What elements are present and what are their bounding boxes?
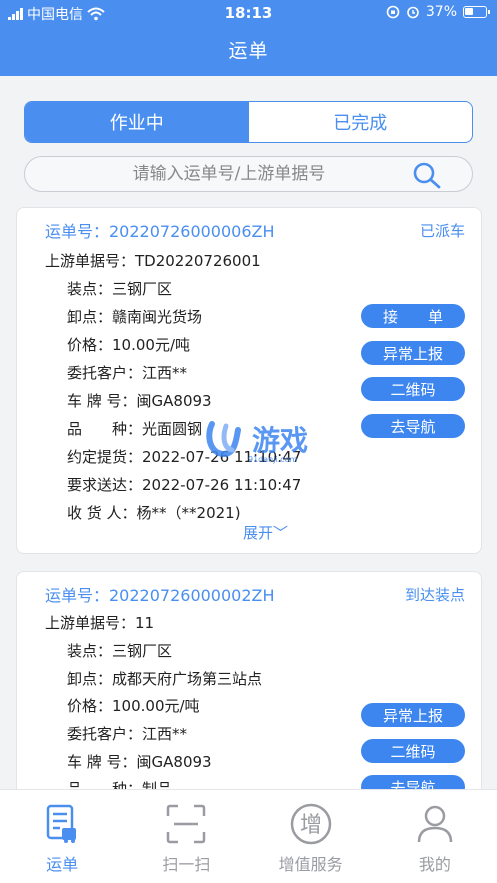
watermark-subtext: 91danji.com — [248, 455, 298, 464]
expand-toggle[interactable]: 展开﹀ — [243, 522, 288, 543]
nav-label: 我的 — [418, 855, 451, 874]
profile-icon — [417, 805, 453, 843]
nav-item-value-added[interactable]: 增 增值服务 — [249, 790, 373, 883]
plate-number: 车 牌 号：闽GA8093 — [67, 392, 212, 410]
order-card[interactable]: 运单号：20220726000006ZH 已派车 上游单据号：TD2022072… — [16, 207, 482, 554]
watermark-logo: 游戏 91danji.com — [206, 421, 308, 464]
orientation-lock-icon — [386, 5, 400, 19]
client: 委托客户：江西** — [67, 364, 188, 382]
unloading-point: 卸点：赣南闽光货场 — [67, 308, 203, 326]
report-exception-button[interactable]: 异常上报 — [361, 341, 465, 365]
nav-label: 扫一扫 — [162, 855, 211, 874]
loading-point: 装点：三钢厂区 — [67, 280, 173, 298]
qr-code-button[interactable]: 二维码 — [361, 739, 465, 763]
nav-label: 增值服务 — [278, 855, 343, 874]
value-added-icon: 增 — [290, 803, 331, 845]
loading-point: 装点：三钢厂区 — [67, 642, 173, 660]
order-card[interactable]: 运单号：20220726000002ZH 到达装点 上游单据号：11 装点：三钢… — [16, 571, 482, 811]
navigate-button[interactable]: 去导航 — [361, 414, 465, 438]
nav-label: 运单 — [46, 855, 79, 874]
status-tabs: 作业中 已完成 — [24, 101, 473, 143]
alarm-icon — [407, 6, 419, 19]
svg-text:增: 增 — [300, 813, 322, 838]
tab-completed[interactable]: 已完成 — [249, 102, 473, 142]
watermark-text: 游戏 — [252, 424, 308, 457]
search-bar — [24, 156, 473, 192]
nav-item-profile[interactable]: 我的 — [373, 790, 497, 883]
report-exception-button[interactable]: 异常上报 — [361, 703, 465, 727]
accept-order-button[interactable]: 接 单 — [361, 304, 465, 328]
order-status: 已派车 — [419, 222, 465, 240]
search-input[interactable] — [39, 164, 419, 184]
upstream-doc-no: 上游单据号：TD20220726001 — [45, 252, 261, 270]
upstream-doc-no: 上游单据号：11 — [45, 614, 155, 632]
scan-icon — [167, 804, 206, 844]
app-header: 中国电信 18:13 37% 运单 — [0, 0, 497, 76]
order-number: 运单号：20220726000002ZH — [45, 586, 275, 605]
product-type: 品 种：光面圆钢 — [67, 420, 203, 438]
search-icon[interactable] — [412, 161, 442, 189]
qr-code-button[interactable]: 二维码 — [361, 377, 465, 401]
order-status: 到达装点 — [404, 586, 465, 604]
battery-percent: 37% — [425, 4, 457, 20]
plate-number: 车 牌 号：闽GA8093 — [67, 753, 212, 771]
status-bar: 中国电信 18:13 37% — [0, 0, 497, 26]
unloading-point: 卸点：成都天府广场第三站点 — [67, 670, 263, 688]
tab-in-progress[interactable]: 作业中 — [25, 102, 249, 142]
waybill-icon — [46, 804, 77, 843]
price: 价格：10.00元/吨 — [67, 336, 190, 354]
client: 委托客户：江西** — [67, 725, 188, 743]
page-title: 运单 — [228, 40, 269, 62]
battery-icon — [463, 6, 490, 18]
bottom-nav: 运单 扫一扫 增 增值服务 我的 — [0, 789, 497, 883]
order-number: 运单号：20220726000006ZH — [45, 222, 275, 241]
status-right: 37% — [386, 4, 490, 20]
nav-item-scan[interactable]: 扫一扫 — [124, 790, 248, 883]
consignee: 收 货 人：杨**（**2021) — [67, 504, 241, 522]
nav-item-waybill[interactable]: 运单 — [0, 790, 124, 883]
delivery-time: 要求送达：2022-07-26 11:10:47 — [67, 476, 302, 494]
price: 价格：100.00元/吨 — [67, 697, 200, 715]
